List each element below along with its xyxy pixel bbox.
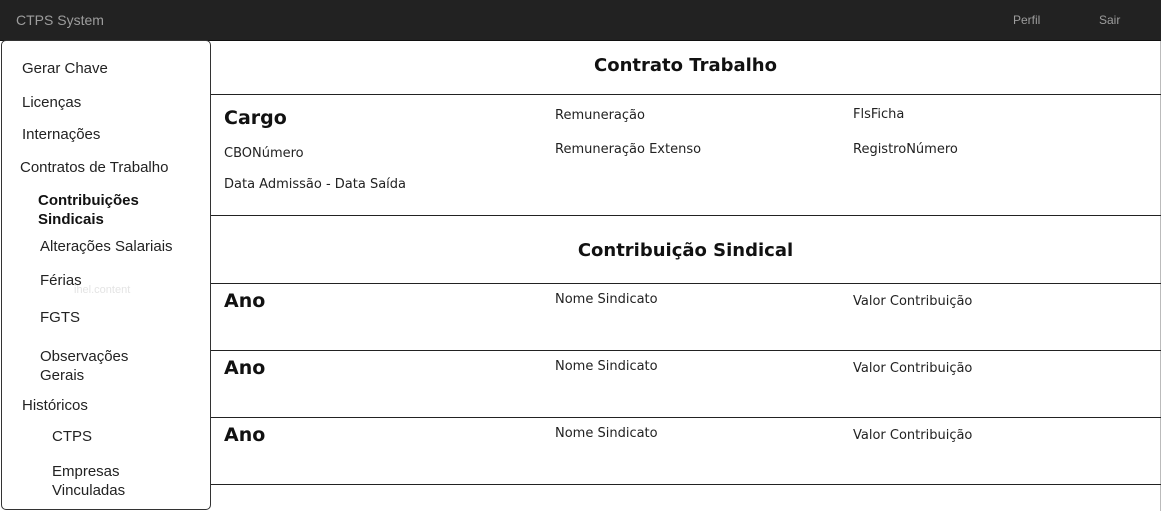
watermark-text: ihel.content xyxy=(74,284,131,296)
brand-title[interactable]: CTPS System xyxy=(16,12,104,28)
sidebar-item-licencas[interactable]: Licenças xyxy=(22,93,81,112)
sidebar-item-ctps[interactable]: CTPS xyxy=(52,427,92,446)
divider xyxy=(210,417,1161,418)
remuneracao-extenso: Remuneração Extenso xyxy=(555,142,702,157)
sidebar-item-internacoes[interactable]: Internações xyxy=(22,125,100,144)
valor-contribuicao: Valor Contribuição xyxy=(853,294,973,309)
ano-label: Ano xyxy=(224,424,266,446)
contrato-title: Contrato Trabalho xyxy=(594,55,777,76)
divider xyxy=(210,350,1161,351)
main-content: Contrato Trabalho Cargo CBONúmero Data A… xyxy=(210,41,1161,511)
sidebar-item-empresas-vinculadas[interactable]: Empresas Vinculadas xyxy=(52,462,125,500)
remuneracao: Remuneração xyxy=(555,108,645,123)
contribuicao-title: Contribuição Sindical xyxy=(577,240,794,261)
cbo-numero: CBONúmero xyxy=(224,146,304,161)
sidebar-item-observacoes-gerais[interactable]: Observações Gerais xyxy=(40,347,128,385)
sidebar-item-gerar-chave[interactable]: Gerar Chave xyxy=(22,59,108,78)
valor-contribuicao: Valor Contribuição xyxy=(853,428,973,443)
ano-label: Ano xyxy=(224,357,266,379)
valor-contribuicao: Valor Contribuição xyxy=(853,361,973,376)
nav-link-sair[interactable]: Sair xyxy=(1099,13,1120,27)
sidebar-menu: Gerar Chave Licenças Internações Contrat… xyxy=(1,40,211,510)
top-navbar: CTPS System Perfil Sair xyxy=(0,0,1161,41)
divider xyxy=(210,94,1161,95)
cargo-label: Cargo xyxy=(224,107,287,129)
nome-sindicato: Nome Sindicato xyxy=(555,426,658,441)
nav-link-perfil[interactable]: Perfil xyxy=(1013,13,1040,27)
data-admissao-saida: Data Admissão - Data Saída xyxy=(224,177,407,192)
registro-numero: RegistroNúmero xyxy=(853,142,958,157)
fls-ficha: FlsFicha xyxy=(853,107,905,122)
divider xyxy=(210,283,1161,284)
divider xyxy=(210,215,1161,216)
sidebar-item-contribuicoes-sindicais[interactable]: Contribuições Sindicais xyxy=(38,191,139,229)
nome-sindicato: Nome Sindicato xyxy=(555,292,658,307)
ano-label: Ano xyxy=(224,290,266,312)
divider xyxy=(210,484,1161,485)
sidebar-item-historicos[interactable]: Históricos xyxy=(22,396,88,415)
sidebar-item-contratos-trabalho[interactable]: Contratos de Trabalho xyxy=(20,158,168,177)
nome-sindicato: Nome Sindicato xyxy=(555,359,658,374)
sidebar-item-fgts[interactable]: FGTS xyxy=(40,308,80,327)
sidebar-item-alteracoes-salariais[interactable]: Alterações Salariais xyxy=(40,237,173,256)
